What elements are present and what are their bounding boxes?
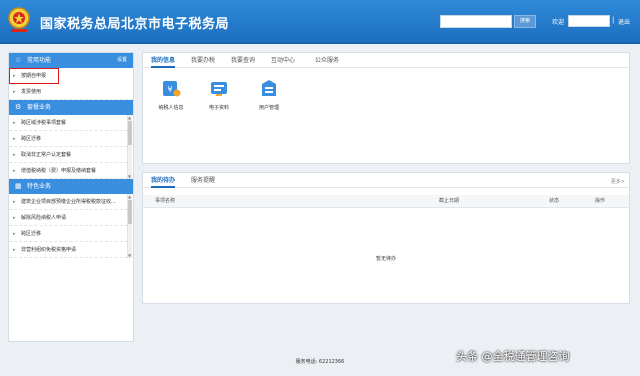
scroll-up-icon[interactable]: ▲	[128, 115, 131, 120]
user-mgmt-icon	[262, 80, 276, 96]
tab-interaction[interactable]: 互动中心	[271, 53, 295, 68]
info-tabs: 我的信息 我要办税 我要查询 互动中心 公众服务	[143, 53, 629, 68]
logout-link[interactable]: 退出	[618, 17, 630, 26]
svg-text:¥: ¥	[167, 85, 172, 94]
e-docs-icon	[211, 82, 227, 96]
app-label: 电子资料	[208, 105, 229, 111]
section-header-packages[interactable]: ⚙ 套餐业务	[9, 100, 133, 115]
tax-emblem-icon	[8, 7, 30, 32]
scroll-thumb[interactable]	[128, 121, 132, 145]
search-button[interactable]: 搜索	[514, 15, 536, 28]
section-title: 常用功能	[27, 57, 52, 64]
list-item[interactable]: 非营利组织免税资格申请	[9, 242, 133, 258]
tab-my-todo[interactable]: 我的待办	[151, 173, 176, 188]
info-panel: 我的信息 我要办税 我要查询 互动中心 公众服务 ¥ 纳税人信息 电子资料 用户…	[142, 52, 630, 164]
separator: |	[612, 16, 615, 24]
app-user-mgmt[interactable]: 用户管理	[249, 78, 289, 111]
col-status: 状态	[549, 198, 560, 204]
more-link[interactable]: 更多>	[611, 178, 625, 185]
app-label: 纳税人信息	[158, 105, 184, 111]
taxpayer-info-icon: ¥	[163, 81, 181, 97]
app-e-docs[interactable]: 电子资料	[199, 78, 239, 111]
col-action: 操作	[595, 198, 606, 204]
list-item[interactable]: 跨区迁移	[9, 226, 133, 242]
gear-icon: ⚙	[15, 103, 22, 111]
todo-panel: 我的待办 服务提醒 更多> 事项名称 截止日期 状态 操作 暂无待办	[142, 172, 630, 304]
list-item[interactable]: 跨区迁移	[9, 131, 133, 147]
sidebar-item-periodic-declare[interactable]: 按期自申报	[9, 68, 59, 84]
section-header-common[interactable]: ☆ 常用功能 设置	[9, 53, 133, 68]
username-box	[568, 15, 610, 27]
todo-table-header: 事项名称 截止日期 状态 操作	[143, 195, 629, 208]
empty-message: 暂无待办	[375, 256, 396, 262]
settings-link[interactable]: 设置	[117, 53, 127, 68]
grid-icon: ▦	[15, 182, 22, 190]
search-input[interactable]	[440, 15, 512, 28]
scroll-thumb[interactable]	[128, 200, 132, 224]
app-taxpayer-info[interactable]: ¥ 纳税人信息	[151, 78, 191, 111]
scrollbar[interactable]: ▲ ▼	[127, 194, 132, 258]
tab-public-service[interactable]: 公众服务	[315, 53, 339, 68]
watermark: 头条 @全税通管理咨询	[456, 350, 570, 363]
list-item[interactable]: 建筑企业项目部预缴企业所得税税款征收...	[9, 194, 133, 210]
tab-do-tax[interactable]: 我要办税	[191, 53, 215, 68]
tab-query[interactable]: 我要查询	[231, 53, 255, 68]
list-item[interactable]: 取消非正常户认定套餐	[9, 147, 133, 163]
packages-list: 跨区域涉税事项套餐 跨区迁移 取消非正常户认定套餐 增值税纳税（费）申报及缴纳套…	[9, 115, 133, 179]
list-item[interactable]: 解除风险纳税人申请	[9, 210, 133, 226]
scroll-down-icon[interactable]: ▼	[128, 253, 131, 258]
welcome-text: 欢迎	[552, 19, 565, 26]
col-deadline: 截止日期	[439, 198, 460, 204]
app-label: 用户管理	[258, 105, 279, 111]
top-header: 国家税务总局北京市电子税务局 搜索 欢迎 | 退出	[0, 0, 640, 44]
tab-my-info[interactable]: 我的信息	[151, 53, 176, 68]
list-item[interactable]: 跨区域涉税事项套餐	[9, 115, 133, 131]
section-title: 套餐业务	[27, 104, 52, 111]
section-title: 特色业务	[27, 183, 52, 190]
list-item[interactable]: 增值税纳税（费）申报及缴纳套餐	[9, 163, 133, 179]
sidebar: ☆ 常用功能 设置 按期自申报 发票使用 ⚙ 套餐业务 跨区域涉税事项套餐 跨区…	[8, 52, 134, 342]
star-icon: ☆	[15, 56, 22, 64]
scrollbar[interactable]: ▲ ▼	[127, 115, 132, 179]
special-list: 建筑企业项目部预缴企业所得税税款征收... 解除风险纳税人申请 跨区迁移 非营利…	[9, 194, 133, 258]
sidebar-item-invoice[interactable]: 发票使用	[9, 84, 133, 100]
section-header-special[interactable]: ▦ 特色业务	[9, 179, 133, 194]
todo-tabs: 我的待办 服务提醒 更多>	[143, 173, 629, 188]
col-item-name: 事项名称	[155, 198, 176, 204]
scroll-up-icon[interactable]: ▲	[128, 194, 131, 199]
site-title: 国家税务总局北京市电子税务局	[40, 17, 230, 32]
tab-service-reminder[interactable]: 服务提醒	[191, 173, 215, 188]
